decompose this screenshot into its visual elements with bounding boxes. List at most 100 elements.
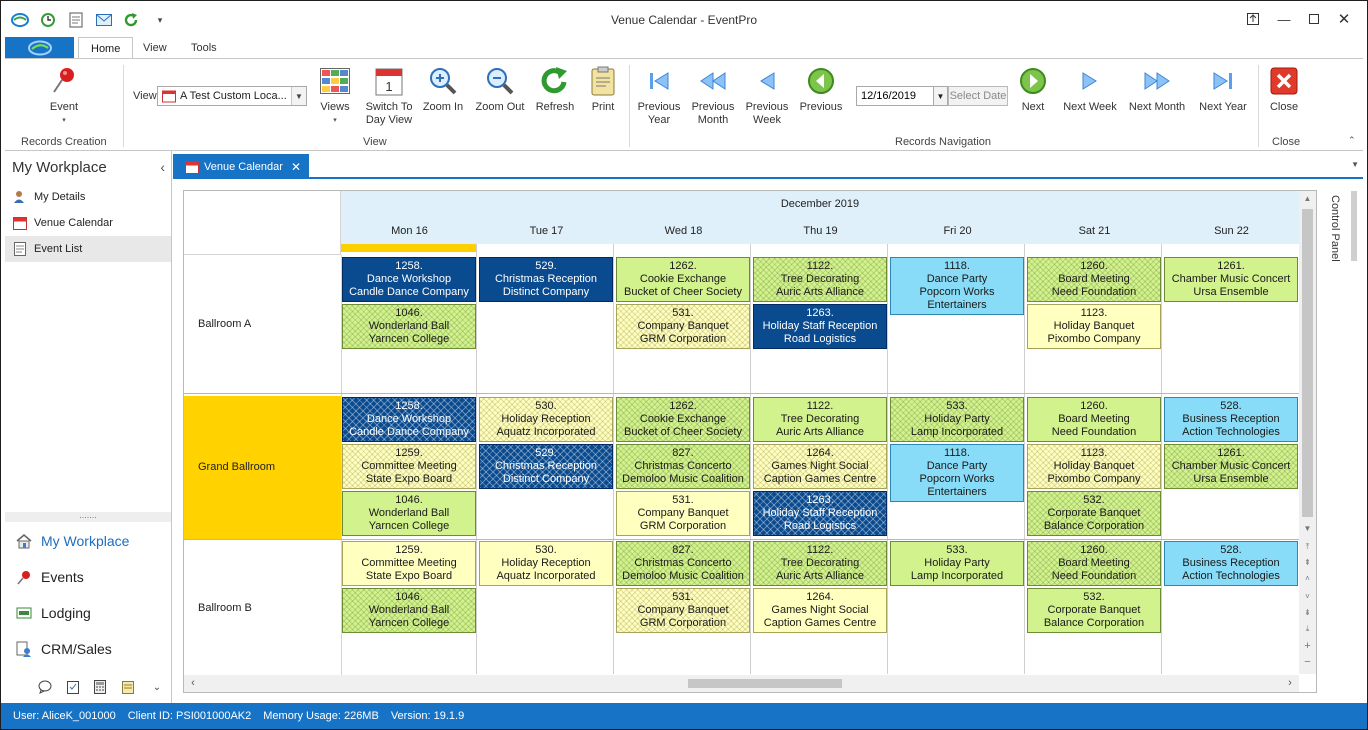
appointment-block[interactable]: 827. Christmas Concerto Demoloo Music Coal… [616, 541, 750, 586]
chat-icon[interactable] [37, 679, 53, 695]
next-button[interactable]: Next [1011, 65, 1055, 114]
appointment-block[interactable]: 1123. Holiday Banquet Pixombo Company [1027, 304, 1161, 349]
more-modules-icon[interactable]: ⌄ [149, 679, 165, 695]
calculator-icon[interactable] [92, 679, 108, 695]
appointment-block[interactable]: 827. Christmas Concerto Demoloo Music Coal… [616, 444, 750, 489]
control-panel-scrollbar[interactable] [1351, 191, 1357, 261]
refresh-button[interactable]: Refresh [533, 65, 577, 114]
scroll-bottom-icon[interactable]: ⤓ [1299, 621, 1316, 636]
appointment-block[interactable]: 1258. Dance Workshop Candle Dance Company [342, 397, 476, 442]
tab-view[interactable]: View [131, 37, 179, 59]
scroll-down-icon[interactable]: ▼ [1299, 521, 1316, 536]
line-up-icon[interactable]: ˄ [1299, 571, 1316, 586]
maximize-icon[interactable] [1303, 9, 1325, 29]
appointment-block[interactable]: 1264. Games Night Social Caption Games Cen… [753, 444, 887, 489]
close-window-icon[interactable]: ✕ [1333, 9, 1355, 29]
checklist-icon[interactable] [65, 679, 81, 695]
control-panel-toggle[interactable]: Control Panel [1321, 191, 1347, 271]
appointment-block[interactable]: 1261. Chamber Music Concert Ursa Ensemble [1164, 257, 1298, 302]
appointment-block[interactable]: 1260. Board Meeting Need Foundation [1027, 541, 1161, 586]
appointment-block[interactable]: 1262. Cookie Exchange Bucket of Cheer Soci… [616, 397, 750, 442]
day-header[interactable]: Thu 19 [752, 225, 889, 237]
close-button[interactable]: Close [1265, 65, 1303, 114]
scroll-top-icon[interactable]: ⤒ [1299, 539, 1316, 554]
appointment-block[interactable]: 528. Business Reception Action Technologie… [1164, 541, 1298, 586]
appointment-block[interactable]: 1046. Wonderland Ball Yarncen College [342, 588, 476, 633]
date-dropdown-icon[interactable]: ▼ [933, 86, 948, 106]
appointment-block[interactable]: 1123. Holiday Banquet Pixombo Company [1027, 444, 1161, 489]
day-header[interactable]: Tue 17 [478, 225, 615, 237]
module-my-workplace[interactable]: My Workplace [15, 529, 129, 553]
appointment-block[interactable]: 528. Business Reception Action Technologie… [1164, 397, 1298, 442]
appointment-block[interactable]: 530. Holiday Reception Aquatz Incorporated [479, 397, 613, 442]
nav-item-event-list[interactable]: Event List [5, 236, 171, 262]
appointment-block[interactable]: 531. Company Banquet GRM Corporation [616, 304, 750, 349]
appointment-block[interactable]: 532. Corporate Banquet Balance Corporation [1027, 491, 1161, 536]
nav-item-my-details[interactable]: My Details [5, 184, 171, 210]
day-header[interactable]: Mon 16 [341, 225, 478, 237]
tab-venue-calendar[interactable]: Venue Calendar ✕ [173, 154, 309, 179]
vertical-scrollbar[interactable]: ▲ ▼ ⤒ ⇞ ˄ ˅ ⇟ ⤓ + − [1299, 191, 1316, 674]
appointment-block[interactable]: 1262. Cookie Exchange Bucket of Cheer Soci… [616, 257, 750, 302]
appointment-block[interactable]: 1046. Wonderland Ball Yarncen College [342, 304, 476, 349]
nav-item-venue-calendar[interactable]: Venue Calendar [5, 210, 171, 236]
tab-tools[interactable]: Tools [179, 37, 229, 59]
horizontal-scrollbar[interactable]: ‹ › [184, 675, 1299, 692]
collapse-ribbon-icon[interactable]: ⌃ [1348, 135, 1356, 146]
scroll-right-icon[interactable]: › [1283, 675, 1297, 692]
vertical-scroll-thumb[interactable] [1302, 209, 1313, 517]
new-event-button[interactable]: Event ▾ [43, 65, 85, 127]
day-header[interactable]: Sat 21 [1026, 225, 1163, 237]
horizontal-scroll-thumb[interactable] [688, 679, 842, 688]
zoom-minus-icon[interactable]: − [1299, 655, 1316, 670]
appointment-block[interactable]: 530. Holiday Reception Aquatz Incorporated [479, 541, 613, 586]
tab-home[interactable]: Home [78, 37, 134, 59]
scroll-left-icon[interactable]: ‹ [186, 675, 200, 692]
nav-splitter[interactable]: ....... [5, 511, 171, 522]
next-week-button[interactable]: Next Week [1061, 65, 1119, 114]
print-button[interactable]: Print [585, 65, 621, 114]
day-header[interactable]: Wed 18 [615, 225, 752, 237]
day-header[interactable]: Fri 20 [889, 225, 1026, 237]
appointment-block[interactable]: 531. Company Banquet GRM Corporation [616, 588, 750, 633]
date-field[interactable] [856, 86, 934, 106]
appointment-block[interactable]: 1046. Wonderland Ball Yarncen College [342, 491, 476, 536]
appointment-block[interactable]: 531. Company Banquet GRM Corporation [616, 491, 750, 536]
page-down-icon[interactable]: ⇟ [1299, 605, 1316, 620]
next-month-button[interactable]: Next Month [1125, 65, 1189, 114]
appointment-block[interactable]: 1260. Board Meeting Need Foundation [1027, 397, 1161, 442]
page-up-icon[interactable]: ⇞ [1299, 555, 1316, 570]
previous-month-button[interactable]: Previous Month [689, 65, 737, 127]
appointment-block[interactable]: 1260. Board Meeting Need Foundation [1027, 257, 1161, 302]
appointment-block[interactable]: 532. Corporate Banquet Balance Corporation [1027, 588, 1161, 633]
previous-button[interactable]: Previous [797, 65, 845, 114]
appointment-block[interactable]: 1122. Tree Decorating Auric Arts Alliance [753, 257, 887, 302]
chevron-left-icon[interactable]: ‹ [160, 159, 165, 175]
resource-ballroom-b[interactable]: Ballroom B [198, 602, 252, 614]
appointment-block[interactable]: 1259. Committee Meeting State Expo Board [342, 444, 476, 489]
appointment-block[interactable]: 1122. Tree Decorating Auric Arts Alliance [753, 541, 887, 586]
appointment-block[interactable]: 1118. Dance Party Popcorn Works Entertainer… [890, 444, 1024, 502]
appointment-block[interactable]: 1263. Holiday Staff Reception Road Logisti… [753, 491, 887, 536]
appointment-block[interactable]: 1258. Dance Workshop Candle Dance Company [342, 257, 476, 302]
day-header[interactable]: Sun 22 [1163, 225, 1300, 237]
zoom-out-button[interactable]: Zoom Out [473, 65, 527, 114]
chevron-down-icon[interactable]: ▼ [291, 87, 306, 105]
appointment-block[interactable]: 1264. Games Night Social Caption Games Cen… [753, 588, 887, 633]
next-year-button[interactable]: Next Year [1195, 65, 1251, 114]
module-lodging[interactable]: Lodging [15, 601, 91, 625]
appointment-block[interactable]: 1118. Dance Party Popcorn Works Entertainer… [890, 257, 1024, 315]
zoom-plus-icon[interactable]: + [1299, 639, 1316, 654]
view-select[interactable]: A Test Custom Loca... ▼ [157, 86, 307, 106]
restore-ribbon-icon[interactable] [1242, 9, 1264, 29]
appointment-block[interactable]: 1263. Holiday Staff Reception Road Logisti… [753, 304, 887, 349]
zoom-in-button[interactable]: Zoom In [421, 65, 465, 114]
appointment-block[interactable]: 1259. Committee Meeting State Expo Board [342, 541, 476, 586]
previous-week-button[interactable]: Previous Week [743, 65, 791, 127]
appointment-block[interactable]: 533. Holiday Party Lamp Incorporated [890, 541, 1024, 586]
resource-grand-ballroom[interactable]: Grand Ballroom [198, 461, 275, 473]
select-date-button[interactable]: Select Date [948, 86, 1008, 106]
tab-list-dropdown-icon[interactable]: ▼ [1351, 160, 1359, 169]
resource-ballroom-a[interactable]: Ballroom A [198, 318, 251, 330]
application-menu-button[interactable] [5, 37, 74, 59]
